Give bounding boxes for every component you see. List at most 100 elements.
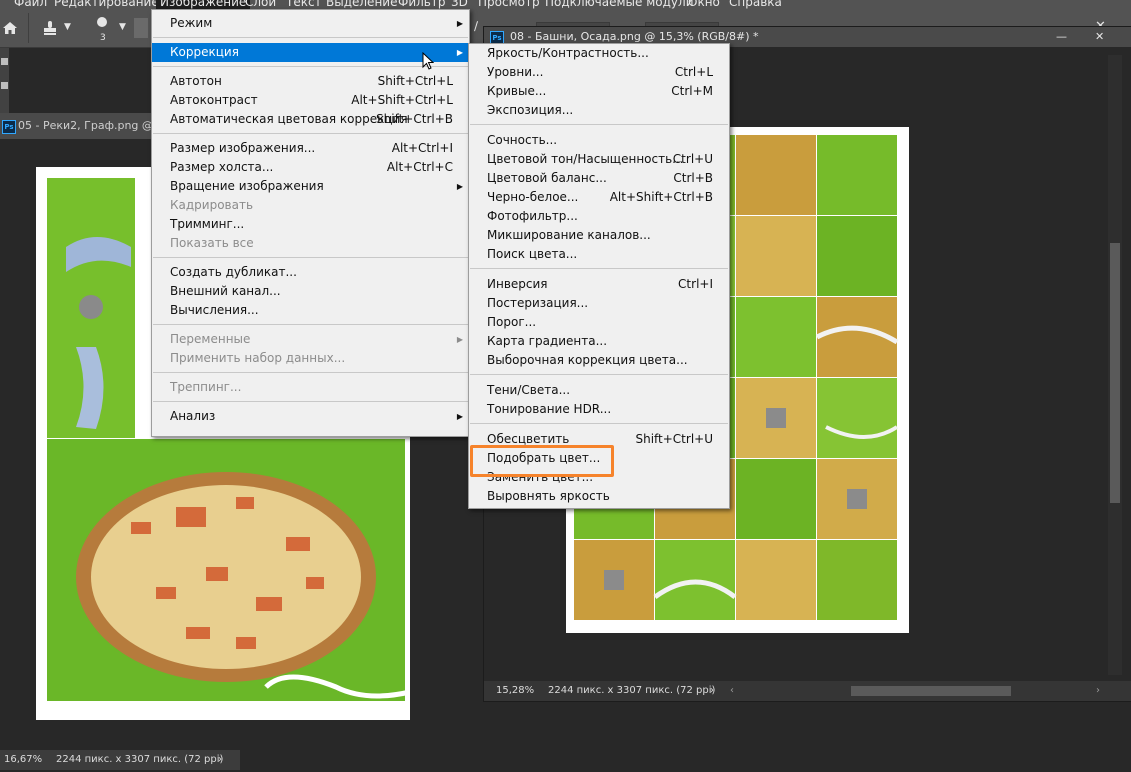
menu-item[interactable]: Поиск цвета... xyxy=(469,245,729,264)
menu-item[interactable]: Тонирование HDR... xyxy=(469,400,729,419)
menu-item[interactable]: Анализ ▶ xyxy=(152,407,469,426)
image-menu: Режим ▶ Коррекция ▶ Автотон Shift+Ctrl+L Авток… xyxy=(151,9,470,437)
menu-item-label: Анализ xyxy=(170,409,216,423)
menu-item-label: Переменные xyxy=(170,332,251,346)
tool-preset-dropdown-icon[interactable]: ▼ xyxy=(64,22,71,32)
menu-item-label: Черно-белое... xyxy=(487,190,579,204)
scroll-right-icon[interactable]: › xyxy=(1096,681,1100,701)
menu-item: Показать все xyxy=(152,234,469,253)
menu-item-shortcut: Alt+Shift+Ctrl+L xyxy=(351,93,453,107)
brush-preview-icon[interactable] xyxy=(97,17,107,27)
menu-4[interactable]: Текст xyxy=(286,0,322,9)
menu-7[interactable]: 3D xyxy=(451,0,468,9)
menu-item[interactable]: Кривые... Ctrl+M xyxy=(469,82,729,101)
status-bar-1: 16,67% 2244 пикс. x 3307 пикс. (72 ppi) … xyxy=(0,750,240,770)
menu-6[interactable]: Фильтр xyxy=(398,0,445,9)
menu-item[interactable]: Режим ▶ xyxy=(152,14,469,33)
zoom-level[interactable]: 16,67% xyxy=(4,750,42,770)
menu-9[interactable]: Подключаемые модули xyxy=(545,0,694,9)
home-icon[interactable] xyxy=(2,21,18,38)
menu-item[interactable]: Фотофильтр... xyxy=(469,207,729,226)
menu-item-label: Кадрировать xyxy=(170,198,254,212)
menu-item[interactable]: Автоматическая цветовая коррекция Shift+C… xyxy=(152,110,469,129)
menu-item-label: Автотон xyxy=(170,74,222,88)
menu-item-label: Инверсия xyxy=(487,277,548,291)
menu-item[interactable]: Карта градиента... xyxy=(469,332,729,351)
horizontal-scroll-thumb[interactable] xyxy=(851,686,1011,696)
mouse-cursor-icon xyxy=(422,51,435,73)
menu-item[interactable]: Черно-белое... Alt+Shift+Ctrl+B xyxy=(469,188,729,207)
menu-10[interactable]: Окно xyxy=(688,0,720,9)
zoom-level[interactable]: 15,28% xyxy=(496,681,534,701)
menu-0[interactable]: Файл xyxy=(14,0,47,9)
menu-item[interactable]: Порог... xyxy=(469,313,729,332)
angle-icon[interactable]: ∕ xyxy=(474,19,478,33)
clone-stamp-icon[interactable] xyxy=(42,20,58,39)
menu-item-label: Фотофильтр... xyxy=(487,209,578,223)
menu-item[interactable]: Создать дубликат... xyxy=(152,263,469,282)
menu-item[interactable]: Цветовой баланс... Ctrl+B xyxy=(469,169,729,188)
menu-11[interactable]: Справка xyxy=(729,0,782,9)
menu-separator xyxy=(470,423,728,424)
menu-1[interactable]: Редактирование xyxy=(54,0,159,9)
menu-item[interactable]: Выровнять яркость xyxy=(469,487,729,506)
menu-item[interactable]: Вращение изображения ▶ xyxy=(152,177,469,196)
menu-item[interactable]: Экспозиция... xyxy=(469,101,729,120)
menu-item[interactable]: Внешний канал... xyxy=(152,282,469,301)
menu-item[interactable]: Выборочная коррекция цвета... xyxy=(469,351,729,370)
tool-icon[interactable] xyxy=(1,58,8,65)
menu-separator xyxy=(153,372,468,373)
submenu-arrow-icon: ▶ xyxy=(456,182,463,191)
menu-item[interactable]: Автотон Shift+Ctrl+L xyxy=(152,72,469,91)
document-tab-1[interactable]: Ps 05 - Реки2, Граф.png @ 1 xyxy=(0,113,168,139)
submenu-arrow-icon: ▶ xyxy=(456,412,463,421)
status-bar-2: 15,28% 2244 пикс. x 3307 пикс. (72 ppi) … xyxy=(484,681,1131,701)
menu-2[interactable]: Изображение xyxy=(156,0,251,9)
highlight-box xyxy=(470,445,614,477)
menu-item[interactable]: Автоконтраст Alt+Shift+Ctrl+L xyxy=(152,91,469,110)
menu-item[interactable]: Цветовой тон/Насыщенность... Ctrl+U xyxy=(469,150,729,169)
menu-item: Кадрировать xyxy=(152,196,469,215)
vertical-scroll-thumb[interactable] xyxy=(1110,243,1120,503)
menu-separator xyxy=(470,374,728,375)
menu-item-label: Автоконтраст xyxy=(170,93,258,107)
menu-item-label: Микширование каналов... xyxy=(487,228,651,242)
brush-settings-icon[interactable] xyxy=(134,18,148,38)
minimize-doc-button[interactable]: — xyxy=(1056,27,1067,47)
menu-item[interactable]: Уровни... Ctrl+L xyxy=(469,63,729,82)
menu-item-label: Сочность... xyxy=(487,133,558,147)
menu-item-label: Коррекция xyxy=(170,45,239,59)
menu-8[interactable]: Просмотр xyxy=(478,0,540,9)
menu-item: Применить набор данных... xyxy=(152,349,469,368)
menu-5[interactable]: Выделение xyxy=(326,0,397,9)
menu-item-label: Режим xyxy=(170,16,213,30)
menu-item[interactable]: Тени/Света... xyxy=(469,381,729,400)
status-expand-icon[interactable]: › xyxy=(710,681,714,701)
tool-icon[interactable] xyxy=(1,82,8,89)
menu-item[interactable]: Микширование каналов... xyxy=(469,226,729,245)
status-expand-icon[interactable]: › xyxy=(218,750,222,770)
menu-item[interactable]: Сочность... xyxy=(469,131,729,150)
menu-item-shortcut: Ctrl+L xyxy=(674,65,713,79)
menu-item[interactable]: Инверсия Ctrl+I xyxy=(469,275,729,294)
menu-item-label: Цветовой тон/Насыщенность... xyxy=(487,152,684,166)
menu-item-shortcut: Alt+Ctrl+I xyxy=(391,141,453,155)
menu-separator xyxy=(153,257,468,258)
menu-item[interactable]: Размер холста... Alt+Ctrl+C xyxy=(152,158,469,177)
menu-item[interactable]: Тримминг... xyxy=(152,215,469,234)
menu-item-shortcut: Shift+Ctrl+L xyxy=(377,74,453,88)
menu-item[interactable]: Яркость/Контрастность... xyxy=(469,44,729,63)
menu-item-label: Порог... xyxy=(487,315,537,329)
menu-item-label: Яркость/Контрастность... xyxy=(487,46,649,60)
menu-item-label: Вычисления... xyxy=(170,303,259,317)
vertical-scrollbar[interactable] xyxy=(1108,55,1122,675)
brush-dropdown-icon[interactable]: ▼ xyxy=(119,22,126,32)
document-info: 2244 пикс. x 3307 пикс. (72 ppi) xyxy=(56,754,224,765)
menu-item[interactable]: Вычисления... xyxy=(152,301,469,320)
close-doc-button[interactable]: ✕ xyxy=(1095,27,1104,47)
menu-item[interactable]: Постеризация... xyxy=(469,294,729,313)
menu-3[interactable]: Слои xyxy=(245,0,276,9)
menu-item-shortcut: Ctrl+U xyxy=(672,152,713,166)
scroll-left-icon[interactable]: ‹ xyxy=(730,681,734,701)
menu-item[interactable]: Размер изображения... Alt+Ctrl+I xyxy=(152,139,469,158)
